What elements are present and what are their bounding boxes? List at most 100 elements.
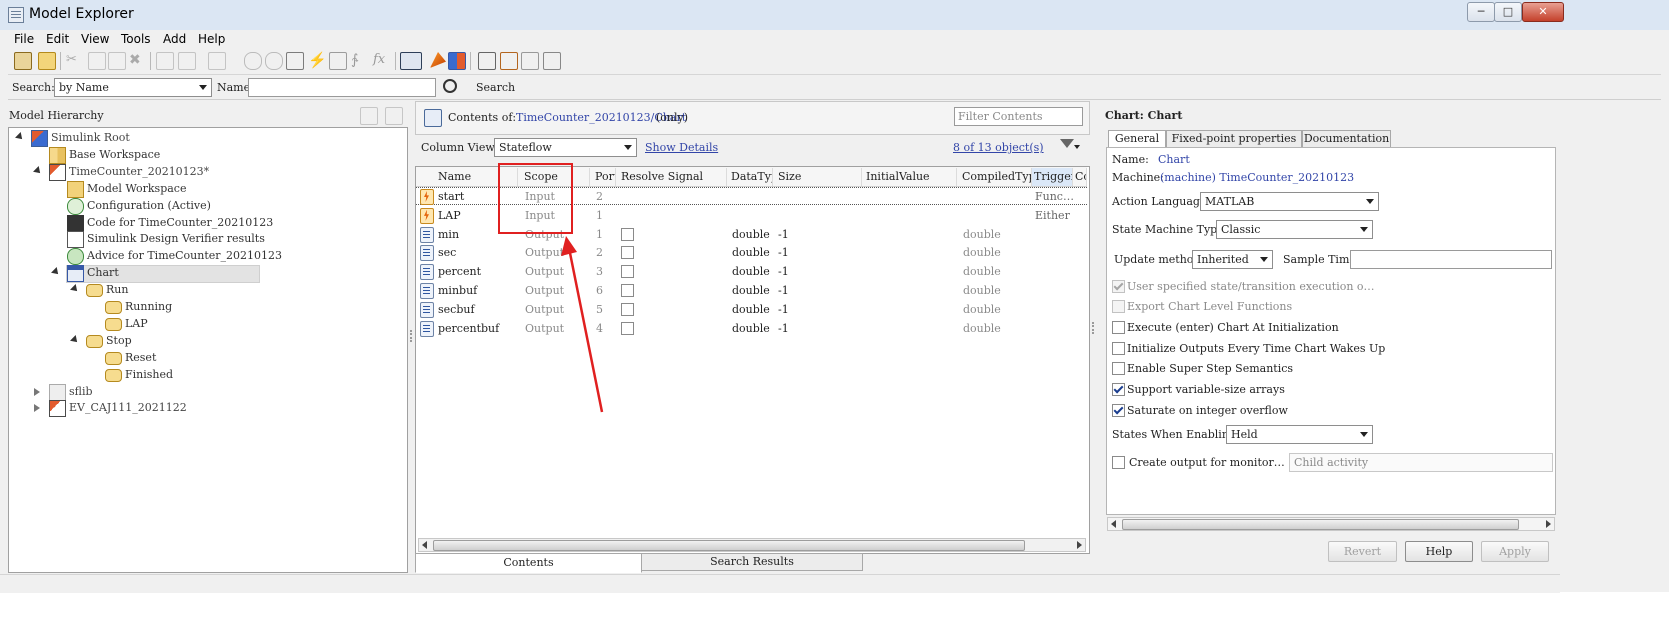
scroll-right-icon[interactable]	[1546, 520, 1551, 528]
tab-fixed-point-properties[interactable]: Fixed-point properties	[1166, 130, 1302, 148]
tree-item[interactable]: Running	[0, 299, 400, 316]
tree-item[interactable]: Base Workspace	[0, 146, 400, 164]
sample-time-input[interactable]	[1350, 250, 1552, 269]
menu-file[interactable]: File	[14, 32, 34, 46]
tree-collapse-icon[interactable]	[51, 267, 61, 278]
column-view-dropdown[interactable]: Stateflow	[494, 138, 637, 157]
column-header-compiledtype[interactable]: CompiledType	[957, 168, 1032, 186]
link-icon[interactable]	[385, 107, 403, 125]
fx-icon[interactable]: fx	[373, 52, 389, 68]
property-checkbox[interactable]	[1112, 321, 1125, 334]
filter-contents-input[interactable]: Filter Contents	[954, 107, 1083, 126]
open-folder-icon[interactable]	[38, 52, 56, 70]
chevron-down-icon[interactable]	[1074, 145, 1080, 149]
tab-contents[interactable]: Contents	[415, 553, 642, 573]
simulink-library-icon[interactable]	[448, 52, 466, 70]
search-button[interactable]: Search	[476, 81, 515, 94]
tree-item[interactable]: Configuration (Active)	[0, 197, 400, 215]
column-header-initialvalue[interactable]: InitialValue	[862, 168, 957, 186]
action-language-dropdown[interactable]: MATLAB	[1200, 192, 1379, 211]
property-checkbox[interactable]	[1112, 342, 1125, 355]
state-machine-type-dropdown[interactable]: Classic	[1216, 220, 1373, 239]
matlab-icon[interactable]	[430, 52, 446, 68]
scroll-left-icon[interactable]	[1111, 520, 1116, 528]
edit-pencil-icon[interactable]	[360, 107, 378, 125]
tab-general[interactable]: General	[1108, 130, 1166, 148]
tree-item[interactable]: Run	[0, 282, 400, 299]
tree-item[interactable]: LAP	[0, 316, 400, 333]
child-activity-input[interactable]: Child activity	[1289, 453, 1553, 472]
column-header-size[interactable]: Size	[773, 168, 862, 186]
delete-icon[interactable]: ✖	[129, 52, 145, 68]
states-when-enabling-dropdown[interactable]: Held	[1226, 425, 1373, 444]
property-checkbox[interactable]	[1112, 404, 1125, 417]
create-output-checkbox[interactable]	[1112, 456, 1125, 469]
property-checkbox[interactable]	[1112, 383, 1125, 396]
machine-value[interactable]: (machine) TimeCounter_20210123	[1160, 171, 1354, 184]
scroll-left-icon[interactable]	[422, 541, 427, 549]
object-count-link[interactable]: 8 of 13 object(s)	[953, 141, 1044, 154]
filter-funnel-icon[interactable]	[1060, 139, 1074, 148]
properties-icon[interactable]	[521, 52, 539, 70]
tree-item[interactable]: Finished	[0, 367, 400, 384]
scroll-thumb[interactable]	[433, 540, 1025, 551]
menu-edit[interactable]: Edit	[46, 32, 69, 46]
apply-button[interactable]: Apply	[1481, 541, 1549, 562]
splitter-handle[interactable]	[410, 330, 414, 342]
tree-item[interactable]: Simulink Design Verifier results	[0, 231, 400, 249]
show-details-link[interactable]: Show Details	[645, 141, 718, 154]
export-icon[interactable]	[478, 52, 496, 70]
tree-collapse-icon[interactable]	[70, 284, 80, 295]
update-method-dropdown[interactable]: Inherited	[1192, 250, 1273, 269]
report-icon[interactable]	[543, 52, 561, 70]
resolve-signal-checkbox[interactable]	[621, 284, 634, 297]
column-header-resolve-signal[interactable]: Resolve Signal	[616, 168, 727, 186]
property-checkbox[interactable]	[1112, 362, 1125, 375]
tree-item[interactable]: Simulink Root	[0, 130, 400, 147]
resolve-signal-checkbox[interactable]	[621, 321, 634, 335]
close-button[interactable]: ✕	[1522, 2, 1564, 22]
column-view-icon[interactable]	[400, 52, 422, 70]
tree-item[interactable]: Chart	[0, 265, 400, 284]
layout-icon[interactable]	[208, 52, 226, 70]
maximize-button[interactable]: □	[1494, 2, 1522, 22]
function-add-icon[interactable]: ∱	[351, 52, 367, 68]
splitter-handle[interactable]	[1092, 322, 1096, 334]
import-icon[interactable]	[500, 52, 518, 70]
column-header-co[interactable]: Co	[1073, 168, 1087, 186]
resolve-signal-checkbox[interactable]	[621, 302, 634, 316]
scroll-right-icon[interactable]	[1077, 541, 1082, 549]
data-add-icon[interactable]	[286, 52, 304, 70]
scroll-thumb[interactable]	[1122, 519, 1519, 530]
resolve-signal-checkbox[interactable]	[621, 246, 634, 260]
properties-horizontal-scrollbar[interactable]	[1107, 517, 1555, 531]
record-icon[interactable]	[265, 52, 283, 70]
copy-icon[interactable]	[88, 52, 106, 70]
contents-horizontal-scrollbar[interactable]	[418, 538, 1086, 552]
paste-icon[interactable]	[108, 52, 126, 70]
grid-icon[interactable]	[156, 52, 174, 70]
name-search-input[interactable]	[248, 78, 436, 97]
column-header-trigger[interactable]: Trigger	[1032, 168, 1073, 186]
property-checkbox[interactable]	[1112, 300, 1125, 313]
search-by-dropdown[interactable]: by Name	[54, 78, 212, 97]
menu-help[interactable]: Help	[198, 32, 225, 46]
tree-item[interactable]: sflib	[0, 383, 400, 401]
tree-item[interactable]: Reset	[0, 350, 400, 367]
resolve-signal-checkbox[interactable]	[621, 265, 634, 279]
tree-item[interactable]: EV_CAJ111_2021122	[0, 400, 400, 418]
help-button[interactable]: Help	[1405, 541, 1473, 562]
tree-item[interactable]: TimeCounter_20210123*	[0, 163, 400, 181]
tree-expand-icon[interactable]	[34, 404, 40, 413]
cut-icon[interactable]: ✂	[66, 52, 82, 68]
menu-tools[interactable]: Tools	[121, 32, 151, 46]
menu-view[interactable]: View	[81, 32, 109, 46]
tree-item[interactable]: Code for TimeCounter_20210123	[0, 214, 400, 232]
tree-item[interactable]: Model Workspace	[0, 180, 400, 198]
search-icon[interactable]	[443, 79, 457, 93]
tab-documentation[interactable]: Documentation	[1302, 130, 1391, 148]
menu-add[interactable]: Add	[163, 32, 186, 46]
tree-collapse-icon[interactable]	[15, 132, 25, 142]
property-checkbox[interactable]	[1112, 280, 1125, 293]
tab-search-results[interactable]: Search Results	[641, 553, 863, 571]
